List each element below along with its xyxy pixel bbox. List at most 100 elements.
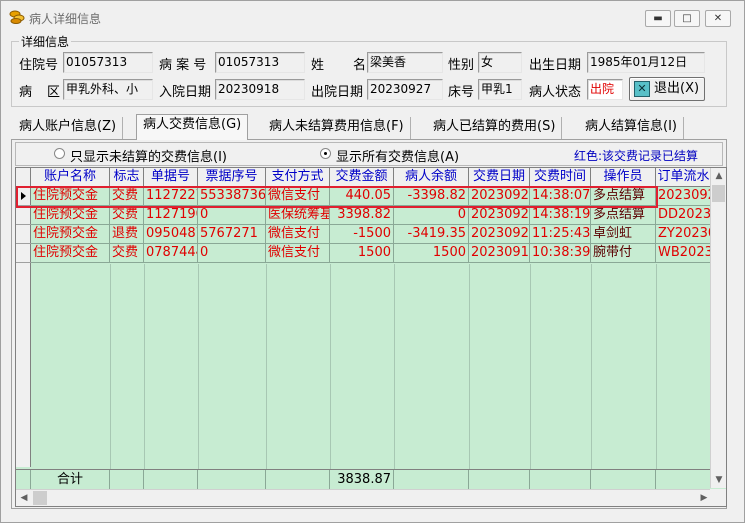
cell-pay-method[interactable]: 微信支付 [266, 244, 330, 263]
grid-column-line [330, 264, 331, 469]
discharge-date-field[interactable]: 20230927 [367, 79, 443, 100]
ward-label-second: 区 [47, 85, 61, 100]
header-operator[interactable]: 操作员 [591, 168, 656, 187]
tab-unsettled-fees[interactable]: 病人未结算费用信息(F) [263, 117, 411, 139]
hospital-no-field[interactable]: 01057313 [63, 52, 153, 73]
cell-pay-method[interactable]: 微信支付 [266, 225, 330, 244]
scroll-left-icon[interactable]: ◀ [16, 490, 32, 506]
cell-amount[interactable]: -1500 [330, 225, 394, 244]
tab-settlement-info[interactable]: 病人结算信息(I) [579, 117, 684, 139]
radio-show-all[interactable] [320, 148, 331, 159]
case-no-field[interactable]: 01057313 [215, 52, 305, 73]
header-order-serial[interactable]: 订单流水 [656, 168, 712, 187]
cell-pay-date[interactable]: 20230927 [469, 206, 530, 225]
cell-order-serial[interactable]: DD20230927 [656, 206, 712, 225]
cell-pay-date[interactable]: 20230918 [469, 244, 530, 263]
cell-pay-date[interactable]: 20230922 [469, 225, 530, 244]
payment-grid[interactable]: 账户名称 标志 单据号 票据序号 支付方式 交费金额 病人余额 交费日期 交费时… [15, 167, 727, 507]
cell-pay-time[interactable]: 14:38:07 [530, 187, 591, 206]
cell-account-name[interactable]: 住院预交金 [31, 225, 110, 244]
cell-pay-time[interactable]: 11:25:43 [530, 225, 591, 244]
name-field[interactable]: 梁美香 [367, 52, 443, 73]
cell-balance[interactable]: 1500 [394, 244, 469, 263]
header-flag[interactable]: 标志 [110, 168, 144, 187]
cell-receipt-no[interactable]: 1127190 [144, 206, 198, 225]
table-row[interactable]: 住院预交金 交费 0787444 0 微信支付 1500 1500 202309… [31, 244, 712, 263]
cell-receipt-no[interactable]: 0950487 [144, 225, 198, 244]
radio-unsettled-only-label[interactable]: 只显示未结算的交费信息(I) [70, 146, 227, 165]
vertical-scrollbar[interactable]: ▲ ▼ [710, 168, 726, 488]
cell-order-serial[interactable]: 20230927 [656, 187, 712, 206]
gender-field[interactable]: 女 [478, 52, 522, 73]
bed-field[interactable]: 甲乳1 [478, 79, 522, 100]
scroll-up-icon[interactable]: ▲ [711, 168, 726, 184]
cell-account-name[interactable]: 住院预交金 [31, 206, 110, 225]
cell-operator[interactable]: 多点结算 [591, 187, 656, 206]
cell-amount[interactable]: 440.05 [330, 187, 394, 206]
header-pay-time[interactable]: 交费时间 [530, 168, 591, 187]
cell-operator[interactable]: 多点结算 [591, 206, 656, 225]
ward-field[interactable]: 甲乳外科、小 [63, 79, 153, 100]
cell-receipt-no[interactable]: 0787444 [144, 244, 198, 263]
row-indicator[interactable] [16, 244, 31, 263]
cell-operator[interactable]: 腕带付 [591, 244, 656, 263]
bed-label: 床号 [448, 85, 475, 100]
cell-flag[interactable]: 退费 [110, 225, 144, 244]
cell-ticket-seq[interactable]: 0 [198, 206, 266, 225]
cell-operator[interactable]: 卓剑虹 [591, 225, 656, 244]
table-row[interactable]: 住院预交金 退费 0950487 5767271 微信支付 -1500 -341… [31, 225, 712, 244]
header-ticket-seq[interactable]: 票据序号 [198, 168, 266, 187]
cell-amount[interactable]: 1500 [330, 244, 394, 263]
vertical-scroll-thumb[interactable] [712, 185, 725, 202]
minimize-button[interactable]: ▬ [645, 10, 671, 27]
birth-date-field[interactable]: 1985年01月12日 [587, 52, 705, 73]
cell-account-name[interactable]: 住院预交金 [31, 187, 110, 206]
cell-account-name[interactable]: 住院预交金 [31, 244, 110, 263]
cell-flag[interactable]: 交费 [110, 187, 144, 206]
horizontal-scroll-thumb[interactable] [33, 491, 47, 505]
header-receipt-no[interactable]: 单据号 [144, 168, 198, 187]
tab-payment-info[interactable]: 病人交费信息(G) [136, 114, 249, 140]
header-account-name[interactable]: 账户名称 [31, 168, 110, 187]
header-pay-date[interactable]: 交费日期 [469, 168, 530, 187]
cell-order-serial[interactable]: WB20230918 [656, 244, 712, 263]
cell-ticket-seq[interactable]: 0 [198, 244, 266, 263]
tab-settled-fees[interactable]: 病人已结算的费用(S) [427, 117, 563, 139]
cell-flag[interactable]: 交费 [110, 206, 144, 225]
cell-flag[interactable]: 交费 [110, 244, 144, 263]
current-row-arrow-icon[interactable] [16, 187, 31, 206]
radio-show-all-label[interactable]: 显示所有交费信息(A) [336, 146, 459, 165]
cell-order-serial[interactable]: ZY20230922 [656, 225, 712, 244]
table-row[interactable]: 住院预交金 交费 1127190 0 医保统筹基 3398.82 0 20230… [31, 206, 712, 225]
birth-date-label: 出生日期 [529, 58, 582, 73]
admission-date-label: 入院日期 [159, 85, 212, 100]
header-amount[interactable]: 交费金额 [330, 168, 394, 187]
cell-pay-method[interactable]: 微信支付 [266, 187, 330, 206]
patient-status-field[interactable]: 出院 [587, 79, 623, 100]
cell-balance[interactable]: -3419.35 [394, 225, 469, 244]
close-button[interactable]: ✕ [705, 10, 731, 27]
cell-amount[interactable]: 3398.82 [330, 206, 394, 225]
cell-ticket-seq[interactable]: 5767271 [198, 225, 266, 244]
tab-account-info[interactable]: 病人账户信息(Z) [13, 117, 124, 139]
exit-button[interactable]: ✕ 退出(X) [629, 77, 705, 101]
cell-receipt-no[interactable]: 1127227 [144, 187, 198, 206]
grid-column-line [198, 264, 199, 469]
header-balance[interactable]: 病人余额 [394, 168, 469, 187]
radio-unsettled-only[interactable] [54, 148, 65, 159]
header-pay-method[interactable]: 支付方式 [266, 168, 330, 187]
cell-balance[interactable]: -3398.82 [394, 187, 469, 206]
scroll-down-icon[interactable]: ▼ [711, 472, 726, 488]
table-row[interactable]: 住院预交金 交费 1127227 55338736 微信支付 440.05 -3… [31, 187, 712, 206]
cell-ticket-seq[interactable]: 55338736 [198, 187, 266, 206]
cell-pay-method[interactable]: 医保统筹基 [266, 206, 330, 225]
row-indicator[interactable] [16, 225, 31, 244]
cell-pay-date[interactable]: 20230927 [469, 187, 530, 206]
horizontal-scrollbar[interactable]: ◀ ▶ [16, 489, 712, 506]
row-indicator[interactable] [16, 206, 31, 225]
cell-pay-time[interactable]: 14:38:19 [530, 206, 591, 225]
admission-date-field[interactable]: 20230918 [215, 79, 305, 100]
cell-balance[interactable]: 0 [394, 206, 469, 225]
maximize-button[interactable]: □ [674, 10, 700, 27]
cell-pay-time[interactable]: 10:38:39 [530, 244, 591, 263]
